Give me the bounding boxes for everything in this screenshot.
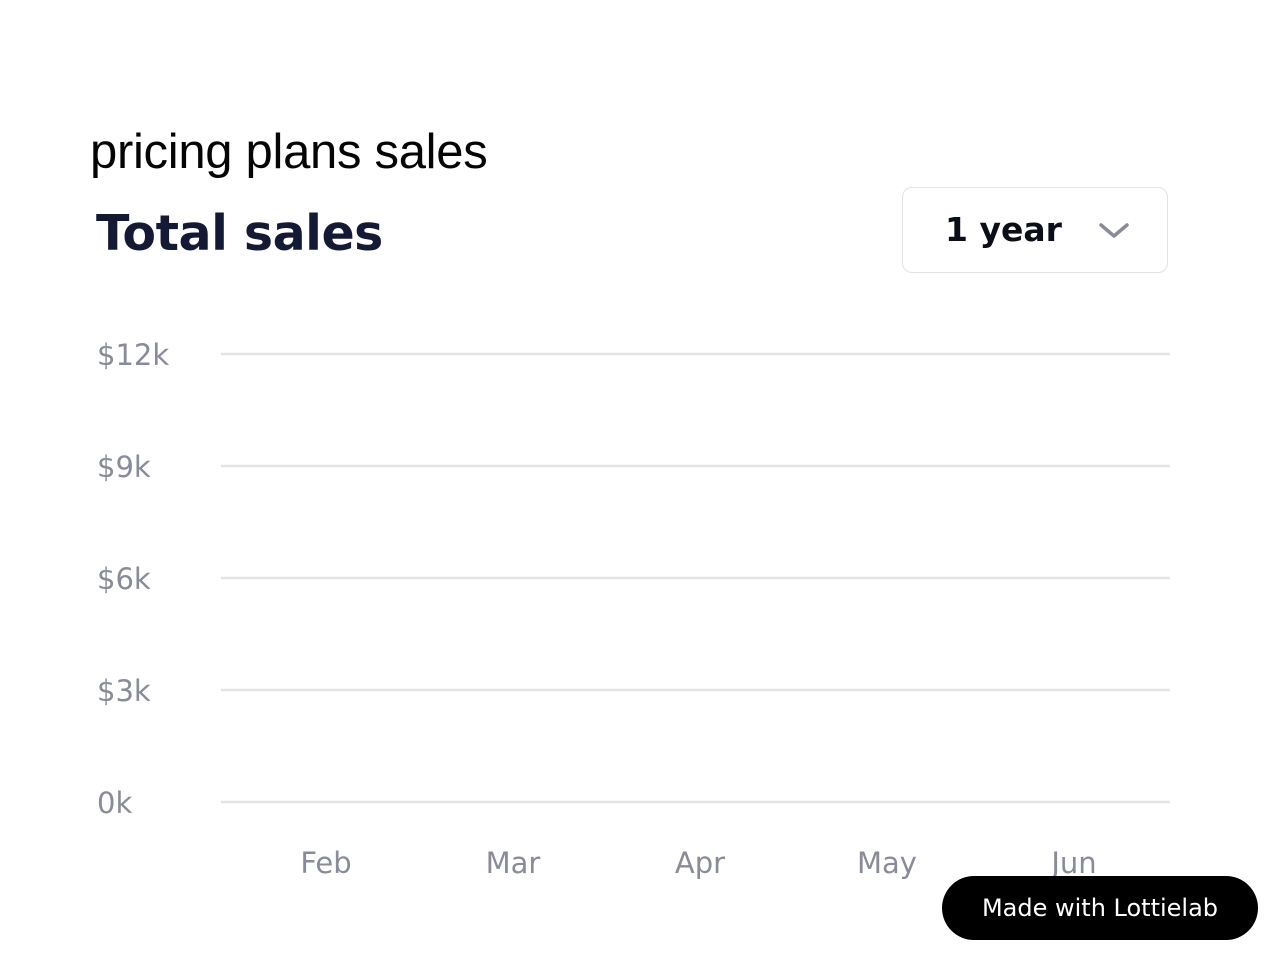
y-tick-label: $3k <box>97 674 151 708</box>
made-with-lottielab-badge[interactable]: Made with Lottielab <box>942 876 1258 940</box>
x-tick-label: Apr <box>675 846 725 880</box>
x-tick-label: May <box>857 846 917 880</box>
x-tick-label: Mar <box>486 846 541 880</box>
x-tick-label: Jun <box>1049 846 1096 880</box>
x-tick-label: Feb <box>300 846 351 880</box>
y-tick-label: 0k <box>97 786 132 820</box>
y-tick-label: $6k <box>97 562 151 596</box>
y-tick-label: $9k <box>97 450 151 484</box>
sales-chart: $12k $9k $6k $3k 0k Feb Mar Apr May Jun <box>97 338 1170 880</box>
y-tick-label: $12k <box>97 338 169 372</box>
